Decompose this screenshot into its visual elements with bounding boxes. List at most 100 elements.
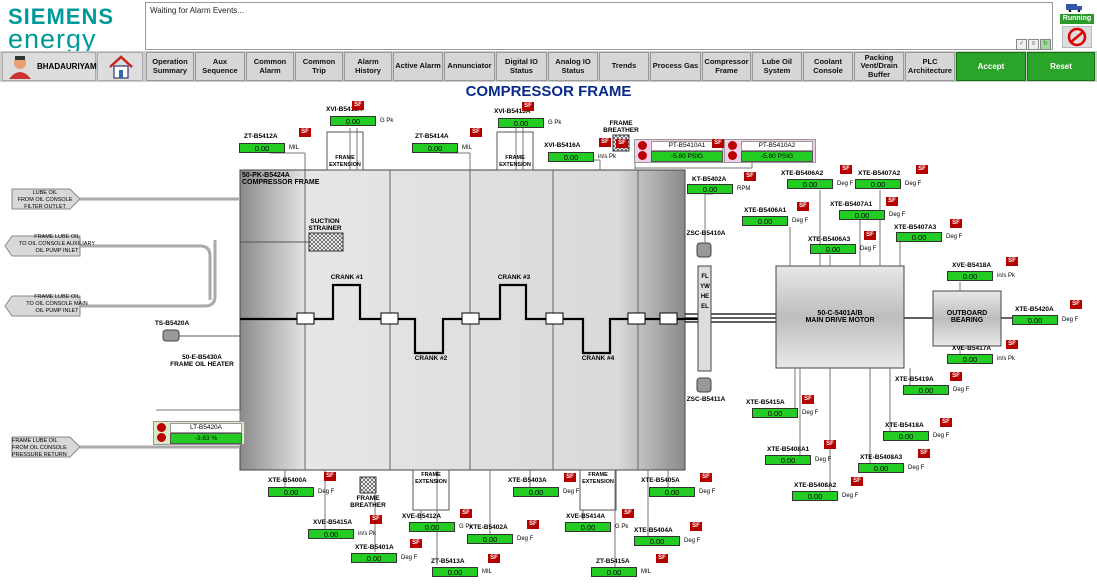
instrument-value[interactable]: 0.00	[239, 143, 285, 153]
lt-value: -3.63 %	[170, 433, 242, 444]
instrument-unit: MIL	[462, 145, 473, 151]
crank2-label: CRANK #2	[414, 355, 448, 362]
flywheel-label: FLYWHEEL	[700, 274, 710, 310]
instrument-value[interactable]: 0.00	[765, 455, 811, 465]
sensor-fault-badge: SF	[1070, 300, 1082, 309]
instrument-value[interactable]: 0.00	[1012, 315, 1058, 325]
instrument-value[interactable]: 0.00	[513, 487, 559, 497]
crank3-label: CRANK #3	[497, 274, 531, 281]
instrument-unit: Deg F	[318, 489, 335, 495]
ts-b5420a-label: TS-B5420A	[154, 320, 190, 327]
pt-name: PT-B5410A2	[741, 141, 813, 151]
instrument-tag: XTE-B5406A2	[781, 170, 824, 177]
instrument-unit: in/s Pk	[358, 531, 377, 537]
lube-oil-return-label: FRAME LUBE OIL FROM OIL CONSOLE PRESSURE…	[12, 438, 67, 458]
sensor-fault-badge: SF	[488, 554, 500, 563]
compressor-frame-diagram	[4, 128, 1016, 568]
instrument-value[interactable]: 0.00	[947, 271, 993, 281]
instrument-unit: in/s Pk	[997, 273, 1016, 279]
instrument-tag: XTE-B5405A	[641, 477, 680, 484]
instrument-tag: XTE-B5406A3	[808, 236, 851, 243]
instrument-tag: XVE-B5414A	[566, 513, 606, 520]
sensor-fault-badge: SF	[460, 509, 472, 518]
instrument-value[interactable]: 0.00	[268, 487, 314, 497]
sensor-fault-badge: SF	[656, 554, 668, 563]
instrument-unit: Deg F	[815, 457, 832, 463]
instrument-tag: XVE-B5415A	[313, 519, 353, 526]
frame-breather-label: FRAME BREATHER	[350, 495, 386, 509]
instrument-unit: MIL	[641, 569, 652, 575]
sensor-fault-badge: SF	[470, 128, 482, 137]
instrument-tag: XTE-B5408A1	[767, 446, 810, 453]
instrument-value[interactable]: 0.00	[752, 408, 798, 418]
instrument-unit: Deg F	[699, 489, 716, 495]
sensor-fault-badge: SF	[851, 477, 863, 486]
instrument-unit: Deg F	[905, 181, 922, 187]
instrument-unit: Deg F	[802, 410, 819, 416]
instrument-value[interactable]: 0.00	[308, 529, 354, 539]
instrument-value[interactable]: 0.00	[649, 487, 695, 497]
instrument-unit: Deg F	[517, 536, 534, 542]
main-drive-motor-label: 50-C-5401A/B MAIN DRIVE MOTOR	[805, 310, 875, 324]
frame-extension-label: FRAME EXTENSION	[415, 472, 447, 485]
instrument-tag: XVE-B5417A	[952, 345, 992, 352]
instrument-unit: Deg F	[792, 218, 809, 224]
instrument-value[interactable]: 0.00	[409, 522, 455, 532]
instrument-value[interactable]: 0.00	[634, 536, 680, 546]
instrument-tag: XTE-B5415A	[746, 399, 785, 406]
instrument-value[interactable]: 0.00	[883, 431, 929, 441]
sensor-fault-badge: SF	[324, 472, 336, 481]
instrument-unit: Deg F	[889, 212, 906, 218]
sensor-fault-badge: SF	[1006, 340, 1018, 349]
sensor-fault-badge: SF	[940, 418, 952, 427]
instrument-value[interactable]: 0.00	[432, 567, 478, 577]
alarm-dot-icon	[728, 141, 737, 150]
instrument-value[interactable]: 0.00	[896, 232, 942, 242]
instrument-unit: G Pk	[548, 120, 562, 126]
instrument-value[interactable]: 0.00	[412, 143, 458, 153]
instrument-value[interactable]: 0.00	[565, 522, 611, 532]
sensor-fault-badge: SF	[700, 473, 712, 482]
instrument-unit: MIL	[482, 569, 493, 575]
instrument-value[interactable]: 0.00	[855, 179, 901, 189]
instrument-value[interactable]: 0.00	[687, 184, 733, 194]
instrument-tag: XVI-B5416A	[544, 142, 581, 149]
instrument-value[interactable]: 0.00	[947, 354, 993, 364]
instrument-value[interactable]: 0.00	[742, 216, 788, 226]
compressor-frame-label: 50-PK-B5424A COMPRESSOR FRAME	[242, 172, 319, 186]
instrument-value[interactable]: 0.00	[548, 152, 594, 162]
instrument-unit: Deg F	[953, 387, 970, 393]
instrument-tag: XTE-B5419A	[895, 376, 934, 383]
lube-oil-main-pump-label: FRAME LUBE OIL TO OIL CONSOLE MAIN OIL P…	[26, 294, 88, 314]
instrument-value[interactable]: 0.00	[498, 118, 544, 128]
lt-b5420a-indicator[interactable]: LT-B5420A -3.63 %	[153, 421, 245, 445]
instrument-tag: XTE-B5403A	[508, 477, 547, 484]
sensor-fault-badge: SF	[622, 509, 634, 518]
instrument-value[interactable]: 0.00	[467, 534, 513, 544]
instrument-value[interactable]: 0.00	[591, 567, 637, 577]
instrument-tag: ZT-B5415A	[596, 558, 630, 565]
sensor-fault-badge: SF	[299, 128, 311, 137]
instrument-value[interactable]: 0.00	[903, 385, 949, 395]
instrument-value[interactable]: 0.00	[787, 179, 833, 189]
instrument-unit: Deg F	[401, 555, 418, 561]
frame-breather-label: FRAME BREATHER	[603, 120, 639, 134]
pt-b5410a2-indicator[interactable]: PT-B5410A2 -5.80 PSIG	[724, 139, 816, 163]
frame-extension-label: FRAME EXTENSION	[499, 155, 531, 168]
instrument-value[interactable]: 0.00	[351, 553, 397, 563]
instrument-unit: G Pk	[380, 118, 394, 124]
instrument-value[interactable]: 0.00	[330, 116, 376, 126]
instrument-value[interactable]: 0.00	[858, 463, 904, 473]
alarm-dot-icon	[638, 141, 647, 150]
instrument-tag: XVE-B5412A	[402, 513, 442, 520]
crank4-label: CRANK #4	[581, 355, 615, 362]
alarm-dot-icon	[638, 151, 647, 160]
instrument-value[interactable]: 0.00	[839, 210, 885, 220]
sensor-fault-badge: SF	[599, 138, 611, 147]
instrument-value[interactable]: 0.00	[810, 244, 856, 254]
pt-value: -5.80 PSIG	[741, 151, 813, 162]
instrument-unit: Deg F	[933, 433, 950, 439]
instrument-unit: Deg F	[563, 489, 580, 495]
instrument-value[interactable]: 0.00	[792, 491, 838, 501]
sensor-fault-badge: SF	[744, 172, 756, 181]
